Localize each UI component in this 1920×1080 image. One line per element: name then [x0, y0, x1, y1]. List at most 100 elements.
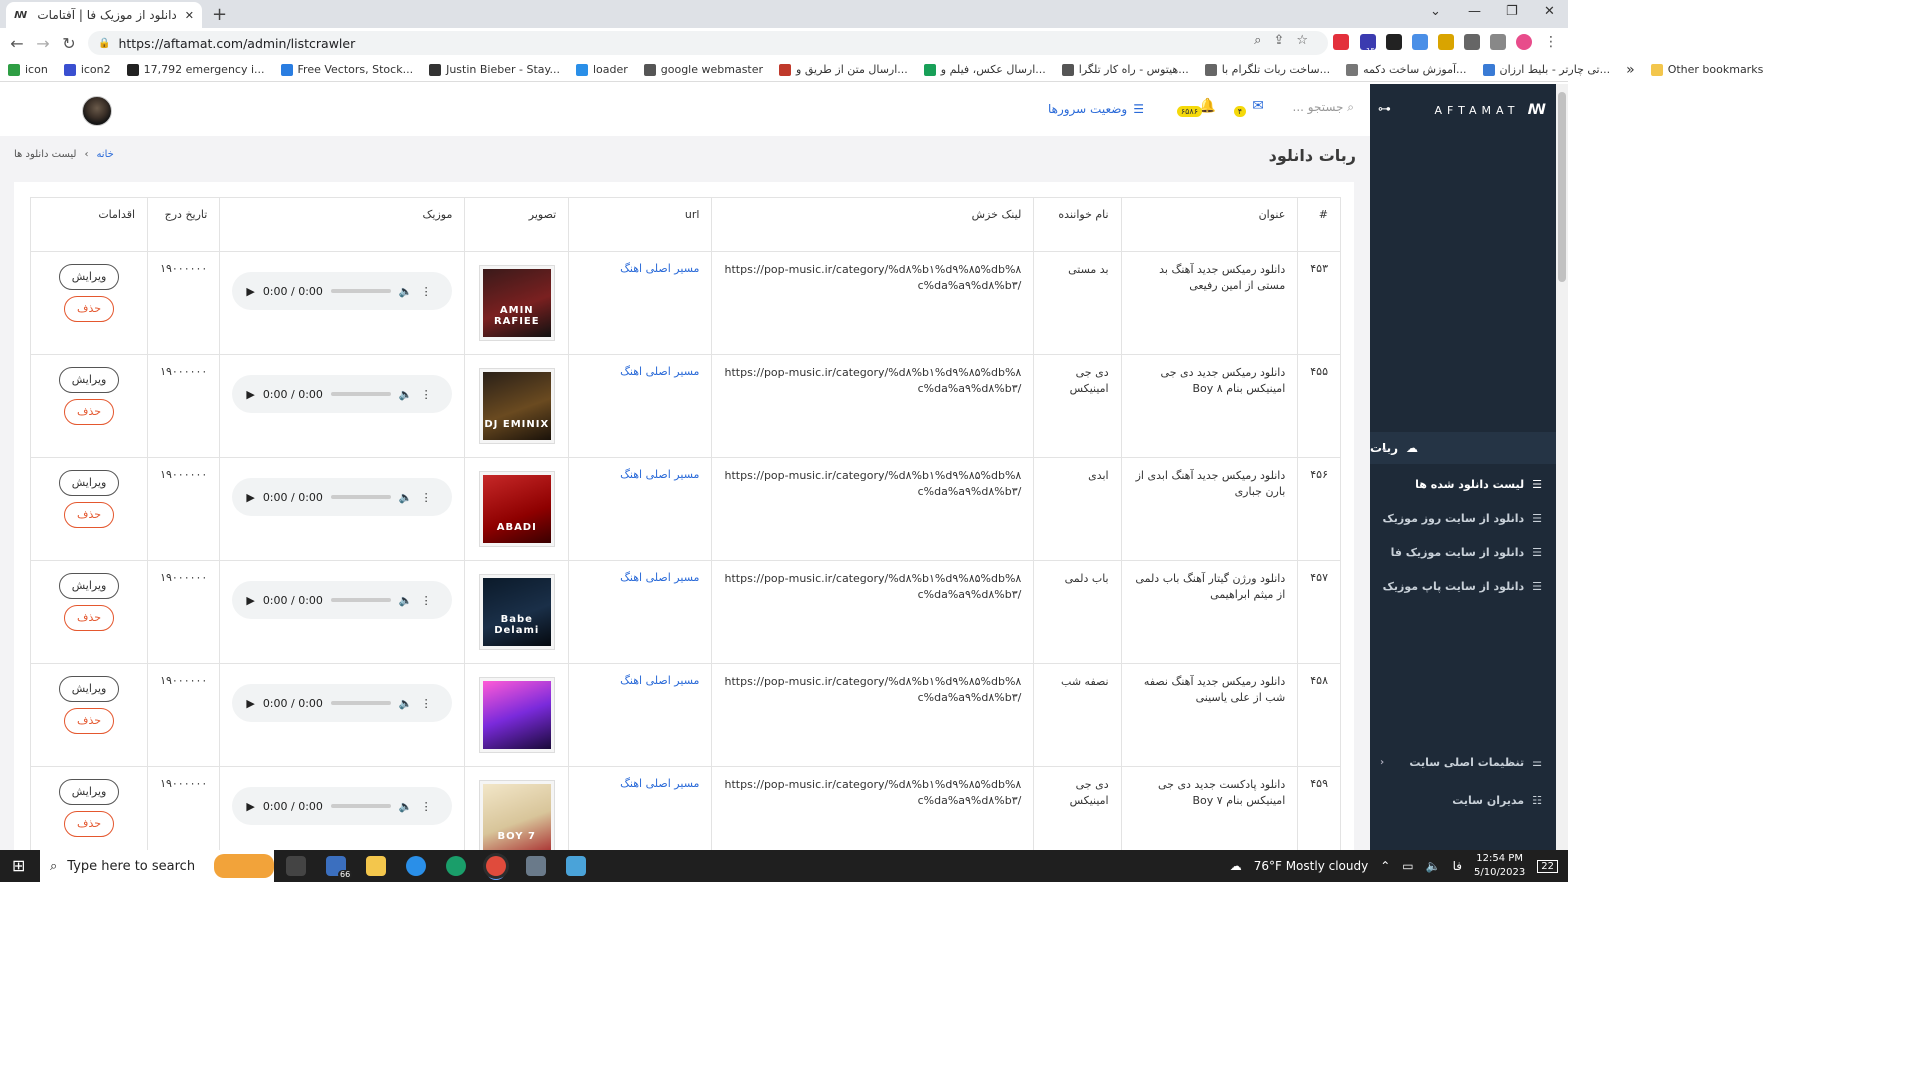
mail-icon[interactable]: ✉: [1252, 98, 1264, 114]
sidebar-item-admins[interactable]: ☷ مدیران سایت: [1370, 786, 1556, 814]
play-icon[interactable]: ▶: [246, 800, 254, 813]
clock[interactable]: 12:54 PM 5/10/2023: [1474, 852, 1525, 880]
row-url-link[interactable]: مسیر اصلی اهنگ: [620, 365, 699, 378]
delete-button[interactable]: حذف: [64, 708, 115, 734]
sidebar-item-downloaded-list[interactable]: ☰ لیست دانلود شده ها: [1370, 470, 1556, 498]
firefox-icon[interactable]: [406, 856, 426, 876]
play-icon[interactable]: ▶: [246, 594, 254, 607]
breadcrumb-home[interactable]: خانه: [96, 149, 113, 160]
sidebar-toggle-icon[interactable]: ⊶: [1378, 102, 1391, 117]
edit-button[interactable]: ویرایش: [59, 779, 120, 805]
edit-button[interactable]: ویرایش: [59, 676, 120, 702]
play-icon[interactable]: ▶: [246, 697, 254, 710]
audio-progress[interactable]: [330, 495, 391, 499]
audio-player[interactable]: ▶ 0:00 / 0:00 🔈 ⋮: [232, 581, 453, 619]
audio-progress[interactable]: [330, 598, 391, 602]
edge-icon[interactable]: [446, 856, 466, 876]
extension-translate-icon[interactable]: [1412, 34, 1428, 50]
sidebar-section-robot[interactable]: ☁ ربات ⌄: [1370, 432, 1556, 464]
more-options-icon[interactable]: ⋮: [421, 285, 432, 298]
volume-icon[interactable]: 🔈: [399, 285, 413, 298]
language-indicator[interactable]: فا: [1453, 859, 1462, 873]
notification-center-icon[interactable]: 22: [1537, 859, 1558, 873]
extensions-puzzle-icon[interactable]: [1464, 34, 1480, 50]
close-window-button[interactable]: ✕: [1544, 4, 1555, 19]
edit-button[interactable]: ویرایش: [59, 264, 120, 290]
reload-button[interactable]: ↻: [56, 34, 82, 53]
bookmark-item[interactable]: تی چارتر - بلیط ارزان...: [1475, 63, 1619, 76]
taskbar-search[interactable]: ⌕ Type here to search: [40, 850, 274, 882]
bookmark-item[interactable]: ساخت ربات تلگرام با...: [1197, 63, 1338, 76]
more-options-icon[interactable]: ⋮: [421, 491, 432, 504]
edit-button[interactable]: ویرایش: [59, 573, 120, 599]
bookmark-item[interactable]: google webmaster: [636, 63, 771, 76]
volume-icon[interactable]: 🔈: [399, 800, 413, 813]
bookmark-star-icon[interactable]: ☆: [1296, 33, 1308, 48]
url-bar[interactable]: 🔒 https://aftamat.com/admin/listcrawler: [88, 31, 1328, 55]
user-avatar[interactable]: [82, 96, 112, 126]
task-view-icon[interactable]: [286, 856, 306, 876]
edit-button[interactable]: ویرایش: [59, 470, 120, 496]
audio-progress[interactable]: [330, 701, 391, 705]
windows-start-icon[interactable]: ⊞: [12, 856, 25, 875]
play-icon[interactable]: ▶: [246, 285, 254, 298]
extension-mail-icon[interactable]: [1386, 34, 1402, 50]
audio-progress[interactable]: [330, 392, 391, 396]
scrollbar-thumb[interactable]: [1558, 92, 1566, 282]
zoom-icon[interactable]: ⌕: [1254, 33, 1261, 48]
bookmark-item[interactable]: Free Vectors, Stock...: [273, 63, 422, 76]
play-icon[interactable]: ▶: [246, 491, 254, 504]
audio-player[interactable]: ▶ 0:00 / 0:00 🔈 ⋮: [232, 787, 453, 825]
bookmark-item[interactable]: loader: [568, 63, 636, 76]
mail-app-icon[interactable]: 66: [326, 856, 353, 879]
audio-player[interactable]: ▶ 0:00 / 0:00 🔈 ⋮: [232, 272, 453, 310]
row-url-link[interactable]: مسیر اصلی اهنگ: [620, 777, 699, 790]
minimize-button[interactable]: —: [1468, 4, 1481, 19]
bookmark-item[interactable]: ارسال متن از طریق و...: [771, 63, 916, 76]
side-panel-icon[interactable]: [1490, 34, 1506, 50]
search-input[interactable]: ⌕ جستجو ...: [1293, 100, 1355, 115]
bookmark-item[interactable]: ارسال عکس، فیلم و...: [916, 63, 1054, 76]
weather-text[interactable]: 76°F Mostly cloudy: [1254, 859, 1369, 873]
file-explorer-icon[interactable]: [366, 856, 386, 876]
sidebar-item-pop-music[interactable]: ☰ دانلود از سایت پاپ موزیک: [1370, 572, 1556, 600]
more-options-icon[interactable]: ⋮: [421, 697, 432, 710]
delete-button[interactable]: حذف: [64, 399, 115, 425]
volume-icon[interactable]: 🔈: [399, 594, 413, 607]
extension-red-icon[interactable]: [1333, 34, 1349, 50]
delete-button[interactable]: حذف: [64, 605, 115, 631]
bookmark-item[interactable]: هیتوس - راه کار تلگرا...: [1054, 63, 1197, 76]
row-url-link[interactable]: مسیر اصلی اهنگ: [620, 262, 699, 275]
volume-icon[interactable]: 🔈: [399, 697, 413, 710]
share-icon[interactable]: ⇪: [1273, 33, 1284, 48]
audio-player[interactable]: ▶ 0:00 / 0:00 🔈 ⋮: [232, 478, 453, 516]
bookmark-item[interactable]: آموزش ساخت دکمه...: [1338, 63, 1474, 76]
audio-progress[interactable]: [330, 804, 391, 808]
sidebar-item-settings[interactable]: ⚌ تنظیمات اصلی سایت ‹: [1370, 748, 1556, 776]
back-button[interactable]: ←: [4, 34, 30, 53]
tab-search-chevron-icon[interactable]: ⌄: [1430, 4, 1441, 19]
play-icon[interactable]: ▶: [246, 388, 254, 401]
extension-purple-icon[interactable]: 15: [1360, 34, 1376, 55]
chrome-icon[interactable]: [486, 856, 506, 876]
restore-button[interactable]: ❐: [1506, 4, 1518, 19]
extension-yellow-icon[interactable]: [1438, 34, 1454, 50]
bookmark-item[interactable]: icon: [0, 63, 56, 76]
notepad-icon[interactable]: [566, 856, 586, 876]
volume-icon[interactable]: 🔈: [399, 388, 413, 401]
bookmarks-overflow-icon[interactable]: »: [1618, 62, 1643, 78]
more-options-icon[interactable]: ⋮: [421, 388, 432, 401]
close-tab-icon[interactable]: ✕: [185, 9, 194, 22]
page-scrollbar[interactable]: [1556, 84, 1568, 850]
browser-tab[interactable]: ꟿ دانلود از موزیک فا | آفتامات ✕: [6, 2, 202, 28]
bookmark-item[interactable]: icon2: [56, 63, 119, 76]
sidebar-item-music-fa[interactable]: ☰ دانلود از سایت موزیک فا: [1370, 538, 1556, 566]
new-tab-button[interactable]: +: [212, 4, 227, 25]
audio-progress[interactable]: [330, 289, 391, 293]
delete-button[interactable]: حذف: [64, 811, 115, 837]
network-icon[interactable]: ▭: [1402, 859, 1413, 873]
delete-button[interactable]: حذف: [64, 296, 115, 322]
audio-player[interactable]: ▶ 0:00 / 0:00 🔈 ⋮: [232, 684, 453, 722]
bookmark-item[interactable]: Justin Bieber - Stay...: [421, 63, 568, 76]
tray-chevron-icon[interactable]: ⌃: [1380, 859, 1390, 873]
